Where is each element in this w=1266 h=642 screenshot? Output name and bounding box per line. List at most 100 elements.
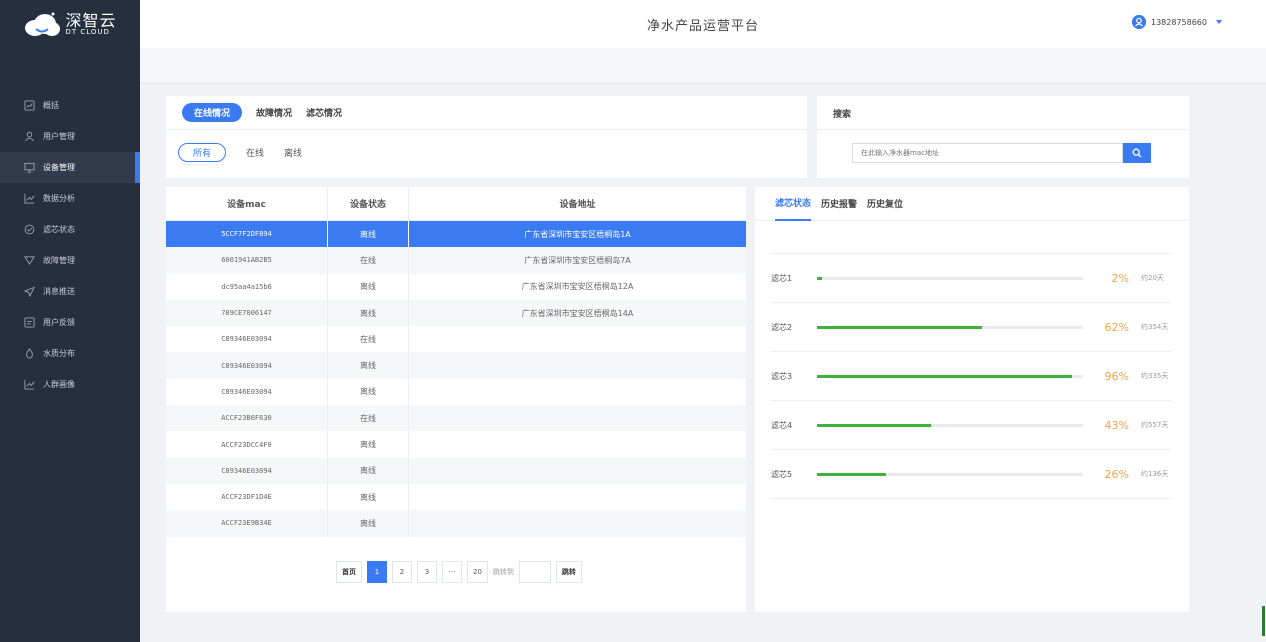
filter-progress-fill: [817, 374, 1073, 378]
page-first-button[interactable]: 首页: [336, 561, 362, 583]
breadcrumb-bar: [140, 48, 1266, 84]
sidebar-item-analytics[interactable]: 数据分析: [0, 183, 140, 214]
table-row[interactable]: 6001941AB2B5 在线 广东省深圳市宝安区梧桐岛7A: [166, 247, 746, 274]
filter-progress-fill: [817, 325, 982, 329]
status-tabs: 在线情况 故障情况 滤芯情况: [166, 96, 807, 130]
jump-button[interactable]: 跳转: [555, 561, 582, 583]
page-ellipsis[interactable]: ···: [442, 561, 462, 583]
cell-address: [409, 431, 746, 457]
search-panel: 搜索: [817, 96, 1189, 178]
table-row[interactable]: ACCF23DCC4F0 离线: [166, 431, 746, 458]
table-row[interactable]: ACCF23B6F630 在线: [166, 405, 746, 432]
table-row[interactable]: 789CE7006147 离线 广东省深圳市宝安区梧桐岛14A: [166, 299, 746, 327]
cell-mac: 6001941AB2B5: [166, 247, 328, 274]
sidebar-item-label: 用户反馈: [43, 318, 75, 327]
sidebar-item-users[interactable]: 用户管理: [0, 121, 140, 152]
cloud-logo-icon: [25, 12, 61, 36]
search-icon: [1132, 148, 1142, 158]
tab-alarm-history[interactable]: 历史报警: [821, 187, 857, 221]
filter-row: 滤芯3 96% 约335天: [771, 352, 1171, 401]
tab-online[interactable]: 在线情况: [182, 103, 243, 122]
filter-row: 滤芯4 43% 约557天: [771, 401, 1171, 450]
sidebar-item-label: 人群画像: [43, 380, 75, 389]
sidebar-item-persona[interactable]: 人群画像: [0, 369, 140, 400]
tab-reset-history[interactable]: 历史复位: [867, 187, 903, 221]
filter-days: 约20天: [1141, 274, 1164, 282]
column-header-address: 设备地址: [559, 200, 596, 210]
filter-days: 约136天: [1141, 470, 1169, 478]
sidebar-item-label: 用户管理: [43, 132, 75, 141]
page-1-button[interactable]: 1: [367, 561, 387, 583]
search-button[interactable]: [1123, 143, 1151, 163]
sidebar-item-label: 设备管理: [43, 163, 75, 172]
trend-icon: [24, 379, 35, 390]
sidebar-item-filter-status[interactable]: 滤芯状态: [0, 214, 140, 245]
column-header-status: 设备状态: [328, 187, 409, 220]
brand-sub: DT CLOUD: [65, 27, 110, 36]
sidebar-item-label: 滤芯状态: [43, 225, 75, 234]
user-menu[interactable]: 13828758660: [1132, 15, 1222, 29]
search-input[interactable]: [852, 143, 1123, 163]
sidebar-item-label: 水质分布: [43, 349, 75, 358]
table-header: 设备mac 设备状态 设备地址: [166, 187, 746, 221]
sidebar-item-water-quality[interactable]: 水质分布: [0, 338, 140, 369]
filter-offline[interactable]: 离线: [284, 146, 302, 159]
table-row[interactable]: C89346E03094 离线: [166, 352, 746, 379]
table-row[interactable]: ACCF23E9B34E 离线: [166, 510, 746, 537]
cell-mac: C89346E03094: [166, 378, 328, 406]
chevron-down-icon[interactable]: [1216, 20, 1222, 24]
funnel-icon: [24, 256, 35, 266]
filter-progress-fill: [817, 472, 887, 476]
cell-mac: C89346E03094: [166, 457, 328, 484]
sidebar-nav: 概括 用户管理 设备管理 数据分析 滤芯状态 故障管理 消息推送 用户反馈 水质…: [0, 90, 140, 400]
table-row[interactable]: C89346E03094 离线: [166, 457, 746, 484]
sidebar-item-label: 数据分析: [43, 194, 75, 203]
user-avatar-icon: [1132, 15, 1146, 29]
brand-name: 深智云: [65, 10, 117, 30]
page-2-button[interactable]: 2: [392, 561, 412, 583]
table-row[interactable]: 5CCF7F2DF894 离线 广东省深圳市宝安区梧桐岛1A: [166, 221, 746, 248]
cell-mac: ACCF23DCC4F0: [166, 431, 328, 458]
filter-all[interactable]: 所有: [178, 143, 227, 162]
filter-online[interactable]: 在线: [246, 146, 264, 159]
page-3-button[interactable]: 3: [417, 561, 437, 583]
sidebar: 深智云 DT CLOUD 概括 用户管理 设备管理 数据分析 滤芯状态 故障管理: [0, 0, 140, 642]
table-row[interactable]: ACCF23DF1D4E 离线: [166, 483, 746, 511]
scrollbar-thumb[interactable]: [1262, 606, 1265, 636]
filter-tabs: 滤芯状态 历史报警 历史复位: [755, 187, 1189, 221]
cell-address: [409, 405, 746, 431]
tab-faults[interactable]: 故障情况: [256, 106, 292, 119]
sidebar-item-overview[interactable]: 概括: [0, 90, 140, 121]
table-body: 5CCF7F2DF894 离线 广东省深圳市宝安区梧桐岛1A 6001941AB2B5…: [166, 221, 746, 537]
filter-list: 滤芯1 2% 约20天 滤芯2 62% 约354天 滤芯3 96% 约335天 滤芯4 43% 约55…: [771, 253, 1171, 499]
filter-name: 滤芯5: [771, 469, 793, 479]
cell-status: 离线: [328, 483, 409, 511]
tab-filter-status[interactable]: 滤芯状态: [775, 187, 812, 221]
cell-address: [409, 352, 746, 378]
drop-icon: [26, 348, 33, 359]
cell-mac: ACCF23E9B34E: [166, 510, 328, 537]
tab-filters[interactable]: 滤芯情况: [306, 106, 342, 119]
filter-percent: 26%: [1104, 467, 1129, 481]
cell-status: 在线: [328, 247, 409, 274]
table-row[interactable]: C89346E03094 离线: [166, 378, 746, 406]
cell-status: 离线: [328, 510, 409, 537]
monitor-icon: [24, 162, 35, 173]
page-last-button[interactable]: 20: [467, 561, 488, 583]
filter-name: 滤芯1: [771, 273, 793, 283]
column-header-mac: 设备mac: [166, 187, 328, 220]
table-row[interactable]: dc95aa4a15b6 离线 广东省深圳市宝安区梧桐岛12A: [166, 273, 746, 300]
user-icon: [25, 131, 34, 142]
jump-label: 跳转到: [492, 568, 514, 576]
search-title: 搜索: [817, 96, 1189, 130]
table-row[interactable]: C89346E03094 在线: [166, 326, 746, 353]
jump-page-input[interactable]: [518, 561, 551, 583]
filter-progress-track: [817, 374, 1083, 378]
cell-status: 离线: [328, 378, 409, 406]
sidebar-item-devices[interactable]: 设备管理: [0, 152, 140, 183]
sidebar-item-push[interactable]: 消息推送: [0, 276, 140, 307]
cell-mac: dc95aa4a15b6: [166, 273, 328, 300]
cell-status: 离线: [328, 457, 409, 484]
sidebar-item-feedback[interactable]: 用户反馈: [0, 307, 140, 338]
sidebar-item-faults[interactable]: 故障管理: [0, 245, 140, 276]
